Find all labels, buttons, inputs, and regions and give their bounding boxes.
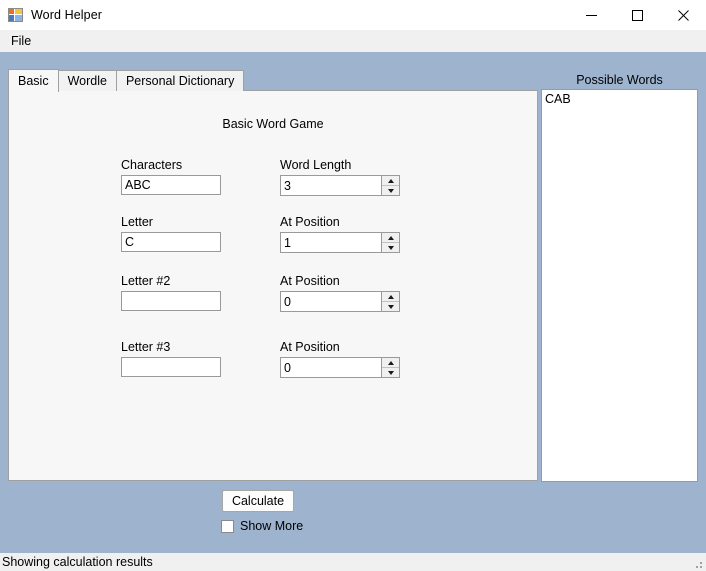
position3-field-group: At Position 0	[280, 340, 400, 378]
word-length-decrement-icon[interactable]	[382, 185, 399, 195]
position2-stepper[interactable]: 0	[280, 291, 400, 312]
window-title: Word Helper	[31, 8, 103, 22]
position1-field-group: At Position 1	[280, 215, 400, 253]
letter1-field-group: Letter C	[121, 215, 221, 252]
position2-value[interactable]: 0	[281, 292, 381, 311]
position2-decrement-icon[interactable]	[382, 301, 399, 311]
panel-heading: Basic Word Game	[222, 117, 324, 131]
possible-words-list[interactable]: CAB	[541, 89, 698, 482]
tab-wordle-label: Wordle	[67, 74, 107, 88]
basic-tab-panel: Basic Word Game Characters ABC Word Leng…	[8, 90, 538, 481]
show-more-checkbox-group[interactable]: Show More	[221, 518, 303, 534]
window-controls	[568, 0, 706, 30]
position1-value[interactable]: 1	[281, 233, 381, 252]
position3-increment-icon[interactable]	[382, 358, 399, 367]
position3-value[interactable]: 0	[281, 358, 381, 377]
position3-stepper-buttons	[381, 358, 399, 377]
characters-input[interactable]: ABC	[121, 175, 221, 195]
menu-item-file[interactable]: File	[2, 32, 38, 51]
characters-label: Characters	[121, 158, 183, 172]
status-text: Showing calculation results	[2, 555, 153, 569]
word-length-increment-icon[interactable]	[382, 176, 399, 185]
tab-personal-dictionary-label: Personal Dictionary	[125, 74, 235, 88]
close-icon[interactable]	[660, 0, 706, 30]
position2-increment-icon[interactable]	[382, 292, 399, 301]
word-length-stepper-buttons	[381, 176, 399, 195]
title-bar: Word Helper	[0, 0, 706, 30]
letter2-label: Letter #2	[121, 274, 171, 288]
maximize-icon[interactable]	[614, 0, 660, 30]
position2-field-group: At Position 0	[280, 274, 400, 312]
letter2-input[interactable]	[121, 291, 221, 311]
calculate-button[interactable]: Calculate	[222, 490, 294, 512]
menu-bar: File	[0, 30, 706, 52]
resize-grip-icon[interactable]	[693, 559, 703, 569]
tab-wordle[interactable]: Wordle	[57, 70, 117, 91]
position2-label: At Position	[280, 274, 340, 288]
position1-label: At Position	[280, 215, 340, 229]
word-length-field-group: Word Length 3	[280, 158, 400, 196]
position3-decrement-icon[interactable]	[382, 367, 399, 377]
show-more-label: Show More	[240, 519, 304, 533]
word-length-stepper[interactable]: 3	[280, 175, 400, 196]
position3-label: At Position	[280, 340, 340, 354]
position3-stepper[interactable]: 0	[280, 357, 400, 378]
letter1-input[interactable]: C	[121, 232, 221, 252]
list-item[interactable]: CAB	[542, 90, 697, 107]
letter3-field-group: Letter #3	[121, 340, 221, 377]
letter3-input[interactable]	[121, 357, 221, 377]
tab-basic[interactable]: Basic	[8, 69, 59, 92]
minimize-icon[interactable]	[568, 0, 614, 30]
tab-basic-label: Basic	[18, 74, 49, 88]
app-grid-icon	[8, 7, 24, 23]
characters-field-group: Characters ABC	[121, 158, 221, 195]
tab-strip: Basic Wordle Personal Dictionary	[8, 69, 245, 92]
possible-words-label: Possible Words	[576, 73, 663, 87]
letter2-field-group: Letter #2	[121, 274, 221, 311]
position1-increment-icon[interactable]	[382, 233, 399, 242]
position1-decrement-icon[interactable]	[382, 242, 399, 252]
letter3-label: Letter #3	[121, 340, 171, 354]
word-helper-window: Word Helper File Basic Wordle Personal D…	[0, 0, 706, 571]
status-bar: Showing calculation results	[0, 553, 706, 571]
word-length-label: Word Length	[280, 158, 352, 172]
show-more-checkbox[interactable]	[221, 519, 234, 533]
letter1-label: Letter	[121, 215, 153, 229]
tab-personal-dictionary[interactable]: Personal Dictionary	[115, 70, 245, 91]
position1-stepper[interactable]: 1	[280, 232, 400, 253]
word-length-value[interactable]: 3	[281, 176, 381, 195]
position2-stepper-buttons	[381, 292, 399, 311]
position1-stepper-buttons	[381, 233, 399, 252]
